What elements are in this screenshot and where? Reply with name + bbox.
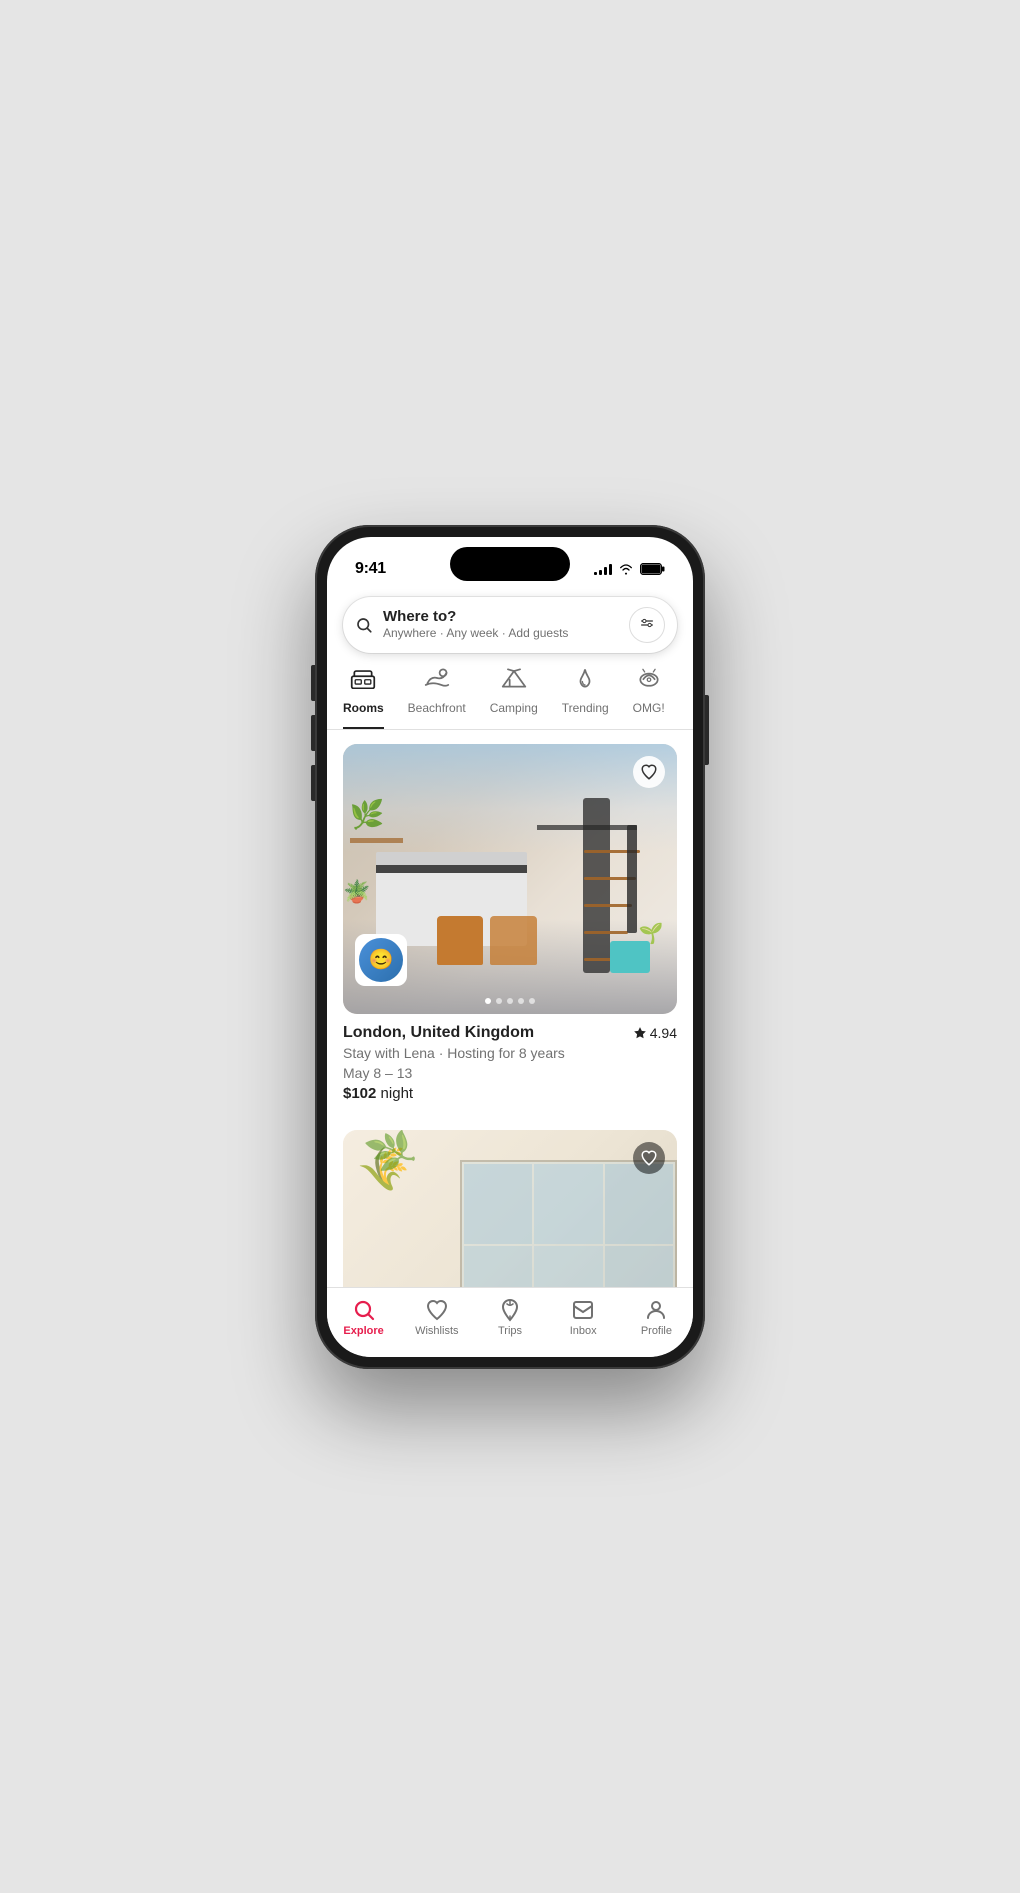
wishlist-button-2[interactable] [633,1142,665,1174]
search-section: Where to? Anywhere · Any week · Add gues… [327,587,693,653]
bottom-nav: Explore Wishlists Trips [327,1287,693,1357]
category-tabs: Rooms Beachfront [327,653,693,729]
signal-icon [594,563,612,575]
listing-dates-1: May 8 – 13 [343,1065,677,1081]
profile-label: Profile [641,1325,672,1337]
trending-label: Trending [562,701,609,715]
camping-label: Camping [490,701,538,715]
dot-4 [518,998,524,1004]
image-dots-1 [485,998,535,1004]
trips-icon [498,1298,522,1322]
tab-rooms[interactable]: Rooms [343,667,384,729]
tab-camping[interactable]: Camping [490,667,538,729]
status-icons [594,563,665,575]
battery-icon [640,563,665,575]
explore-label: Explore [343,1325,383,1337]
main-content: 🌿 🪴 🌱 [327,730,693,1287]
listing-rating-1: 4.94 [633,1025,677,1041]
nav-profile[interactable]: Profile [620,1298,693,1337]
dynamic-island [450,547,570,581]
profile-icon [644,1298,668,1322]
tab-trending[interactable]: Trending [562,667,609,729]
listing-price-1: $102 night [343,1085,677,1102]
search-main-text: Where to? [383,608,619,626]
dot-2 [496,998,502,1004]
wishlists-icon [425,1298,449,1322]
price-unit-1: night [381,1085,414,1102]
search-icon [355,616,373,634]
wifi-icon [618,563,634,575]
rooms-label: Rooms [343,701,384,715]
listing-card-1: 🌿 🪴 🌱 [327,730,693,1117]
dot-5 [529,998,535,1004]
omg-icon [636,667,662,695]
camping-icon [501,667,527,695]
listing-info-1: London, United Kingdom 4.94 Stay with Le… [343,1014,677,1103]
phone-screen: 9:41 [327,537,693,1357]
listing-subtitle-1: Stay with Lena · Hosting for 8 years [343,1044,677,1064]
rooms-icon [350,667,376,695]
status-time: 9:41 [355,560,386,578]
nav-explore[interactable]: Explore [327,1298,400,1337]
inbox-icon [571,1298,595,1322]
star-icon-1 [633,1026,647,1040]
tab-beachfront[interactable]: Beachfront [408,667,466,729]
filter-button[interactable] [629,607,665,643]
trending-icon [572,667,598,695]
phone-frame: 9:41 [315,525,705,1369]
status-bar: 9:41 [327,537,693,587]
listing-image-container-1: 🌿 🪴 🌱 [343,744,677,1014]
wishlists-label: Wishlists [415,1325,458,1337]
wishlist-button-1[interactable] [633,756,665,788]
listing-title-row-1: London, United Kingdom 4.94 [343,1024,677,1042]
price-amount-1: $102 [343,1085,376,1102]
search-text-area: Where to? Anywhere · Any week · Add gues… [383,608,619,642]
nav-inbox[interactable]: Inbox [547,1298,620,1337]
host-avatar-1: 😊 [355,934,407,986]
beachfront-label: Beachfront [408,701,466,715]
beachfront-icon [424,667,450,695]
avatar-image-1: 😊 [359,938,403,982]
heart-icon-2 [640,1149,658,1167]
listing-location-1: London, United Kingdom [343,1024,534,1042]
search-bar[interactable]: Where to? Anywhere · Any week · Add gues… [343,597,677,653]
tab-omg[interactable]: OMG! [633,667,665,729]
search-sub-text: Anywhere · Any week · Add guests [383,626,619,642]
heart-icon-1 [640,763,658,781]
filter-icon [639,617,655,633]
explore-icon [352,1298,376,1322]
nav-trips[interactable]: Trips [473,1298,546,1337]
omg-label: OMG! [633,701,665,715]
nav-wishlists[interactable]: Wishlists [400,1298,473,1337]
dot-3 [507,998,513,1004]
trips-label: Trips [498,1325,522,1337]
inbox-label: Inbox [570,1325,597,1337]
dot-1 [485,998,491,1004]
listing-image-2: 🌾 🌿 [343,1130,677,1286]
listing-card-2: 🌾 🌿 [327,1116,693,1286]
